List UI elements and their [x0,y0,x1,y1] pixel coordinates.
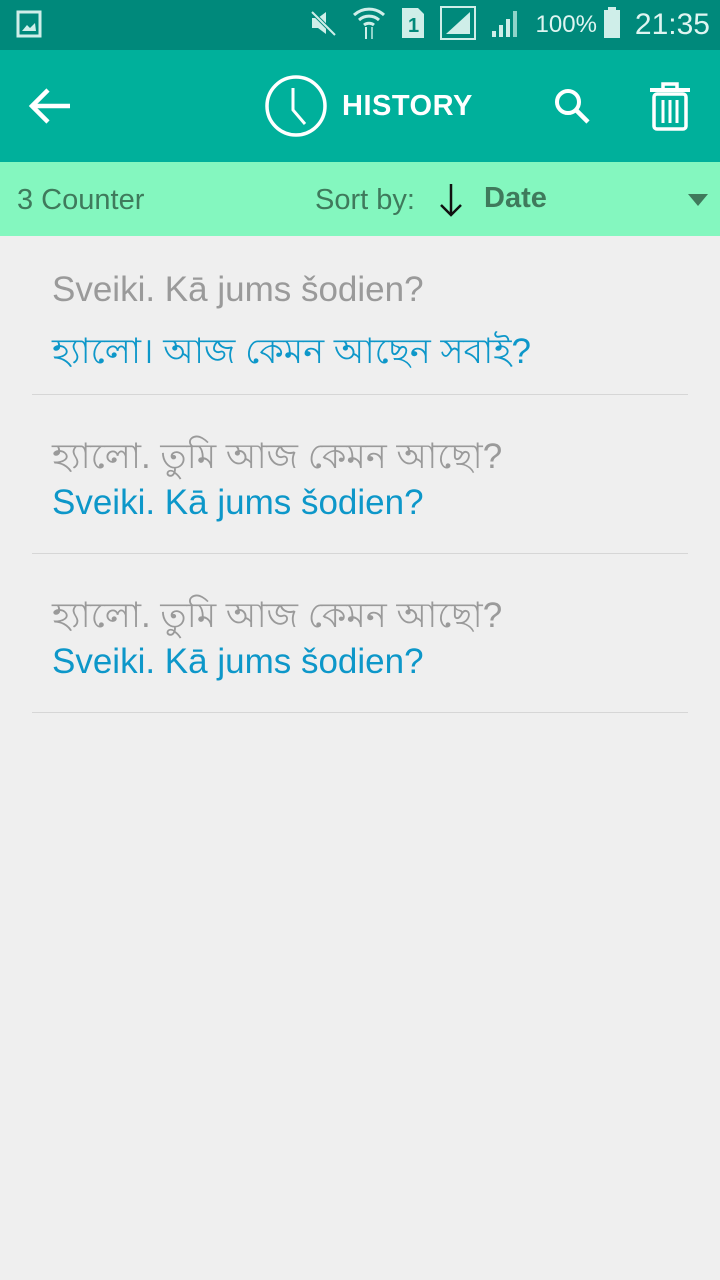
arrow-down-icon [440,184,462,217]
search-icon [555,89,590,124]
sort-bar: 3 Counter Sort by: Date [0,162,720,236]
svg-text:1: 1 [408,15,419,37]
battery-percent: 100% [535,11,597,38]
page-title-text: HISTORY [342,89,473,122]
sort-by-dropdown[interactable]: Date [484,162,720,236]
history-list: Sveiki. Kā jums šodien? হ্যালো। আজ কেমন … [0,236,720,713]
source-text: Sveiki. Kā jums šodien? [52,270,424,309]
search-button[interactable] [552,86,592,126]
arrow-left-icon [28,88,70,124]
mute-icon [308,8,338,43]
clock-icon [265,75,327,137]
wifi-icon [352,5,386,46]
clock-time: 21:35 [634,8,710,41]
status-bar: 1 100% 21:35 [0,0,720,50]
source-text: হ্যালো. তুমি আজ কেমন আছো? [52,437,503,476]
history-item[interactable]: হ্যালো. তুমি আজ কেমন আছো? Sveiki. Kā jum… [32,554,688,713]
app-bar: HISTORY [0,50,720,162]
sort-label: Sort by: [315,184,415,216]
history-item[interactable]: Sveiki. Kā jums šodien? হ্যালো। আজ কেমন … [32,236,688,395]
dropdown-caret-icon [688,194,708,206]
gallery-icon [16,10,42,43]
signal-icon [439,5,476,45]
battery-icon [603,6,621,44]
source-text: হ্যালো. তুমি আজ কেমন আছো? [52,596,503,635]
sort-by-value: Date [484,182,547,214]
translation-text: হ্যালো। আজ কেমন আছেন সবাই? [52,332,531,371]
sort-direction-toggle[interactable] [436,182,466,218]
translation-text: Sveiki. Kā jums šodien? [52,642,424,681]
translation-text: Sveiki. Kā jums šodien? [52,483,424,522]
history-counter: 3 Counter [17,184,145,216]
back-button[interactable] [26,86,74,126]
trash-icon [650,82,690,131]
page-title: HISTORY [264,74,473,138]
signal-icon [490,7,522,44]
sim1-icon: 1 [400,6,426,45]
history-item[interactable]: হ্যালো. তুমি আজ কেমন আছো? Sveiki. Kā jum… [32,395,688,554]
delete-all-button[interactable] [648,80,692,132]
